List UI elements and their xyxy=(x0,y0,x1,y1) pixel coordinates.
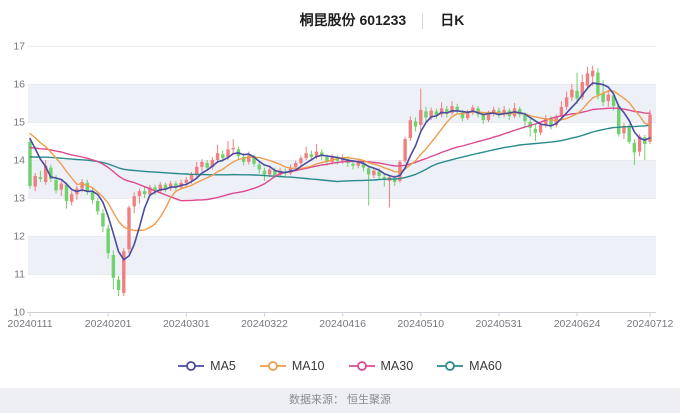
ma30-marker-icon xyxy=(349,360,375,372)
svg-text:20240201: 20240201 xyxy=(85,318,132,330)
svg-text:20240510: 20240510 xyxy=(397,318,444,330)
ma60-marker-icon xyxy=(437,360,463,372)
legend-item-ma60[interactable]: MA60 xyxy=(437,359,502,373)
y-axis-labels: 10 11 12 13 14 15 16 17 xyxy=(13,41,25,319)
svg-text:12: 12 xyxy=(13,231,25,243)
svg-text:20240301: 20240301 xyxy=(163,318,210,330)
svg-text:16: 16 xyxy=(13,79,25,91)
legend-item-ma5[interactable]: MA5 xyxy=(178,359,236,373)
svg-text:20240531: 20240531 xyxy=(476,318,523,330)
legend-label: MA10 xyxy=(292,359,325,373)
svg-text:20240712: 20240712 xyxy=(627,318,674,330)
ma10-marker-icon xyxy=(260,360,286,372)
legend-label: MA30 xyxy=(381,359,414,373)
legend-item-ma10[interactable]: MA10 xyxy=(260,359,325,373)
ma-legend: MA5 MA10 MA30 MA60 xyxy=(0,359,680,373)
svg-text:20240624: 20240624 xyxy=(554,318,601,330)
svg-text:20240322: 20240322 xyxy=(241,318,288,330)
svg-text:20240111: 20240111 xyxy=(7,318,52,330)
svg-text:14: 14 xyxy=(13,155,25,167)
legend-label: MA5 xyxy=(210,359,236,373)
svg-text:10: 10 xyxy=(13,307,25,319)
legend-label: MA60 xyxy=(469,359,502,373)
svg-text:17: 17 xyxy=(13,41,25,53)
svg-text:11: 11 xyxy=(14,269,25,281)
legend-item-ma30[interactable]: MA30 xyxy=(349,359,414,373)
data-source-footer: 数据来源： 恒生聚源 xyxy=(0,388,680,413)
x-axis: 20240111 20240201 20240301 20240322 20240416… xyxy=(7,313,673,331)
svg-text:13: 13 xyxy=(13,193,25,205)
svg-text:15: 15 xyxy=(13,117,25,129)
ma5-marker-icon xyxy=(178,360,204,372)
svg-text:20240416: 20240416 xyxy=(319,318,366,330)
kline-chart[interactable]: 10 11 12 13 14 15 16 17 20240111 20240201 20240301… xyxy=(0,0,680,352)
